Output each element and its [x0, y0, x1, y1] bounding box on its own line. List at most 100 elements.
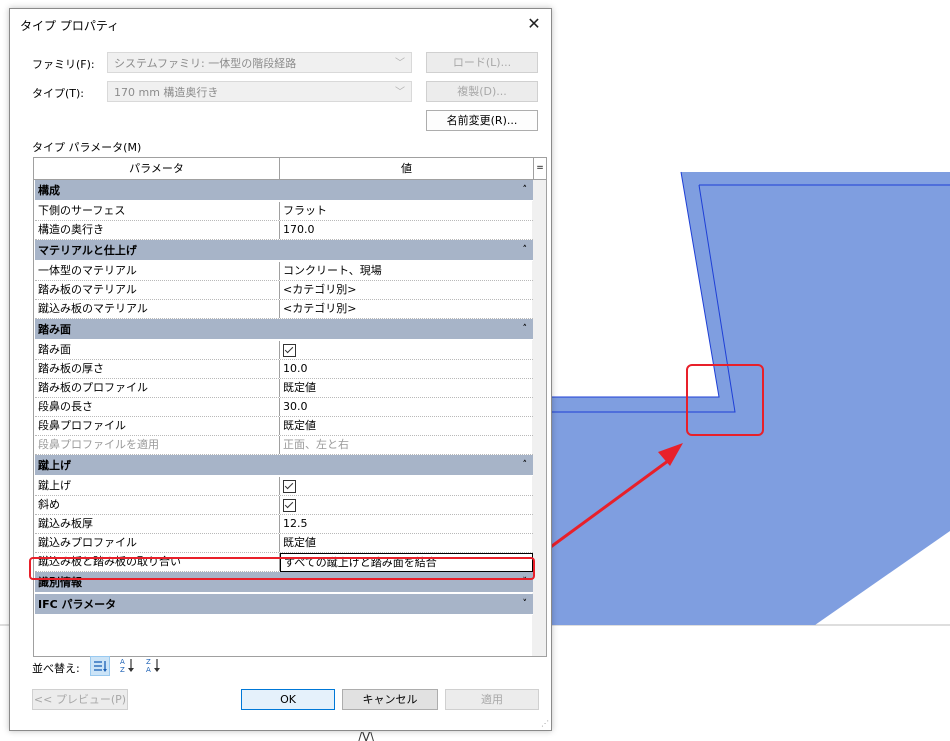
svg-text:Z: Z	[146, 658, 151, 666]
parameter-name: 踏み板のプロファイル	[35, 379, 280, 397]
stair-body-upper	[537, 172, 950, 625]
checkbox-checked-icon[interactable]	[283, 344, 296, 357]
parameter-value[interactable]: 12.5	[280, 515, 533, 533]
group-label: 構成	[38, 184, 60, 197]
parameter-value[interactable]	[280, 341, 533, 359]
apply-button[interactable]: 適用	[445, 689, 539, 710]
collapse-icon[interactable]: ˄	[523, 455, 528, 476]
family-select[interactable]: システムファミリ: 一体型の階段経路 ﹀	[107, 52, 412, 73]
checkbox-checked-icon[interactable]	[283, 499, 296, 512]
param-column-header[interactable]: パラメータ	[34, 158, 280, 180]
parameter-value[interactable]: 10.0	[280, 360, 533, 378]
parameter-row[interactable]: 構造の奥行き 170.0	[35, 221, 533, 240]
canvas-bottom-label: /V\	[358, 730, 375, 741]
group-header[interactable]: 蹴上げ ˄	[35, 455, 533, 476]
parameter-name: 下側のサーフェス	[35, 202, 280, 220]
cancel-button[interactable]: キャンセル	[342, 689, 438, 710]
preview-button[interactable]: << プレビュー(P)	[32, 689, 128, 710]
parameter-row[interactable]: 一体型のマテリアル コンクリート、現場	[35, 262, 533, 281]
parameter-value[interactable]: 正面、左と右	[280, 436, 533, 454]
ok-button[interactable]: OK	[241, 689, 335, 710]
parameter-name: 踏み面	[35, 341, 280, 359]
chevron-down-icon: ﹀	[395, 87, 405, 98]
group-label: マテリアルと仕上げ	[38, 244, 137, 257]
parameter-name: 蹴込み板のマテリアル	[35, 300, 280, 318]
parameter-value[interactable]: <カテゴリ別>	[280, 281, 533, 299]
parameter-row[interactable]: 踏み板のプロファイル 既定値	[35, 379, 533, 398]
dialog-title: タイプ プロパティ	[20, 19, 120, 33]
chevron-down-icon: ﹀	[395, 58, 405, 69]
svg-text:Z: Z	[120, 666, 125, 674]
expand-icon[interactable]: ˅	[523, 594, 528, 615]
parameter-name: 蹴上げ	[35, 477, 280, 495]
parameter-row[interactable]: 蹴込みプロファイル 既定値	[35, 534, 533, 553]
type-properties-dialog: タイプ プロパティ ✕ ファミリ(F): システムファミリ: 一体型の階段経路 …	[9, 8, 552, 731]
parameter-name: 斜め	[35, 496, 280, 514]
collapse-icon[interactable]: ˄	[523, 319, 528, 340]
parameter-row[interactable]: 斜め	[35, 496, 533, 515]
parameter-row[interactable]: 踏み板のマテリアル <カテゴリ別>	[35, 281, 533, 300]
sort-label: 並べ替え:	[32, 662, 80, 675]
parameter-name: 段鼻の長さ	[35, 398, 280, 416]
parameter-row[interactable]: 踏み面	[35, 341, 533, 360]
parameter-value[interactable]: 30.0	[280, 398, 533, 416]
parameter-row[interactable]: 段鼻プロファイルを適用 正面、左と右	[35, 436, 533, 455]
parameter-row[interactable]: 蹴上げ	[35, 477, 533, 496]
parameter-value[interactable]: コンクリート、現場	[280, 262, 533, 280]
duplicate-button[interactable]: 複製(D)...	[426, 81, 538, 102]
family-value: システムファミリ: 一体型の階段経路	[114, 57, 297, 70]
parameter-row[interactable]: 段鼻プロファイル 既定値	[35, 417, 533, 436]
type-value: 170 mm 構造奥行き	[114, 86, 219, 99]
value-column-header[interactable]: 値	[280, 158, 534, 180]
grid-scrollbar[interactable]	[532, 180, 546, 656]
parameter-value[interactable]	[280, 477, 533, 495]
group-header[interactable]: マテリアルと仕上げ ˄	[35, 240, 533, 261]
parameter-name: 構造の奥行き	[35, 221, 280, 239]
parameter-value[interactable]: 既定値	[280, 417, 533, 435]
type-select[interactable]: 170 mm 構造奥行き ﹀	[107, 81, 412, 102]
close-icon[interactable]: ✕	[517, 9, 551, 39]
parameter-name: 一体型のマテリアル	[35, 262, 280, 280]
svg-text:A: A	[146, 666, 151, 674]
parameter-name: 踏み板のマテリアル	[35, 281, 280, 299]
parameter-name: 蹴込みプロファイル	[35, 534, 280, 552]
svg-text:A: A	[120, 658, 125, 666]
parameter-value[interactable]: <カテゴリ別>	[280, 300, 533, 318]
sort-ascending-icon[interactable]: AZ	[117, 656, 137, 676]
sort-grouped-icon[interactable]	[90, 656, 110, 676]
sort-descending-icon[interactable]: ZA	[143, 656, 163, 676]
parameter-value[interactable]: 既定値	[280, 379, 533, 397]
collapse-icon[interactable]: ˄	[523, 180, 528, 201]
type-label: タイプ(T):	[32, 87, 85, 100]
type-params-label: タイプ パラメータ(M)	[32, 141, 142, 154]
parameter-value[interactable]	[280, 496, 533, 514]
parameter-row[interactable]: 蹴込み板のマテリアル <カテゴリ別>	[35, 300, 533, 319]
highlight-box-row	[29, 557, 535, 580]
rename-button[interactable]: 名前変更(R)...	[426, 110, 538, 131]
group-label: IFC パラメータ	[38, 598, 117, 611]
group-header[interactable]: 構成 ˄	[35, 180, 533, 201]
family-label: ファミリ(F):	[32, 58, 95, 71]
group-label: 蹴上げ	[38, 459, 71, 472]
parameter-row[interactable]: 蹴込み板厚 12.5	[35, 515, 533, 534]
parameter-name: 段鼻プロファイルを適用	[35, 436, 280, 454]
parameter-value[interactable]: 既定値	[280, 534, 533, 552]
column-sort-icon[interactable]: =	[534, 158, 546, 180]
parameter-value[interactable]: 170.0	[280, 221, 533, 239]
parameter-row[interactable]: 段鼻の長さ 30.0	[35, 398, 533, 417]
group-header[interactable]: IFC パラメータ ˅	[35, 594, 533, 615]
parameter-row[interactable]: 踏み板の厚さ 10.0	[35, 360, 533, 379]
parameter-name: 踏み板の厚さ	[35, 360, 280, 378]
group-header[interactable]: 踏み面 ˄	[35, 319, 533, 340]
resize-grip-icon[interactable]: ⋰	[541, 719, 549, 728]
parameter-name: 段鼻プロファイル	[35, 417, 280, 435]
collapse-icon[interactable]: ˄	[523, 240, 528, 261]
parameter-name: 蹴込み板厚	[35, 515, 280, 533]
parameter-grid: パラメータ 値 = 構成 ˄ 下側のサーフェス フラット 構造の奥行き 170.0 マテリア…	[33, 157, 547, 657]
parameter-row[interactable]: 下側のサーフェス フラット	[35, 202, 533, 221]
checkbox-checked-icon[interactable]	[283, 480, 296, 493]
parameter-value[interactable]: フラット	[280, 202, 533, 220]
load-button[interactable]: ロード(L)...	[426, 52, 538, 73]
dialog-titlebar: タイプ プロパティ ✕	[10, 9, 551, 39]
group-label: 踏み面	[38, 323, 71, 336]
